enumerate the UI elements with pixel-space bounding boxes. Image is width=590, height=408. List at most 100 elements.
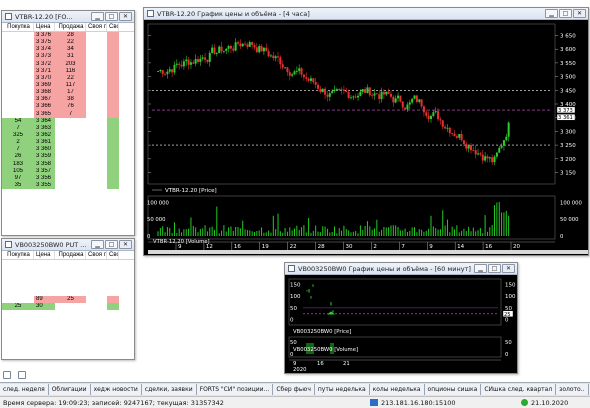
minimize-button[interactable]: ▁	[545, 9, 558, 18]
workspace-tab[interactable]: СИшка след. квартал	[481, 384, 557, 395]
cell-own-sell	[107, 32, 119, 40]
maximize-button[interactable]: □	[105, 240, 118, 249]
cell-buy	[2, 103, 34, 110]
orderbook-row[interactable]: 3 375 22	[2, 39, 134, 47]
workspace-tab[interactable]: хедж новости	[90, 384, 142, 395]
orderbook-row[interactable]: 54 3 364	[2, 117, 134, 125]
orderbook-header-row: Покупка Цена Продажа Своя по Своя пр	[2, 251, 134, 260]
maximize-button[interactable]: □	[559, 9, 572, 18]
candle-body	[178, 63, 181, 65]
orderbook-option-window[interactable]: VB003250BW0 PUT ... ▁ □ ✕ Покупка Цена П…	[1, 238, 135, 360]
orderbook-row[interactable]: 3 373 31	[2, 53, 134, 61]
workspace-tab[interactable]: путы неделька	[314, 384, 370, 395]
price-tick-label: 3 150	[560, 171, 576, 177]
orderbook-row[interactable]: 105 3 357	[2, 167, 134, 175]
orderbook-row[interactable]: 23 361	[2, 139, 134, 147]
close-button[interactable]: ✕	[573, 9, 586, 18]
orderbook-row[interactable]: 183 3 358	[2, 160, 134, 168]
orderbook-row[interactable]: 97 3 356	[2, 174, 134, 182]
close-button[interactable]: ✕	[119, 240, 132, 249]
candle-body	[244, 43, 247, 45]
orderbook-option-titlebar[interactable]: VB003250BW0 PUT ... ▁ □ ✕	[2, 239, 134, 251]
col-header-buy[interactable]: Покупка	[2, 251, 34, 259]
col-header-price[interactable]: Цена	[34, 23, 55, 31]
workspace-tab[interactable]: Сбер фьюч	[273, 384, 315, 395]
orderbook-vtbr-window[interactable]: VTBR-12.20 [FO... ▁ □ ✕ Покупка Цена Про…	[1, 10, 135, 236]
orderbook-row[interactable]: 3 367 38	[2, 96, 134, 104]
col-header-buy[interactable]: Покупка	[2, 23, 34, 31]
orderbook-vtbr-titlebar[interactable]: VTBR-12.20 [FO... ▁ □ ✕	[2, 11, 134, 23]
col-header-price[interactable]: Цена	[34, 251, 55, 259]
minimize-button[interactable]: ▁	[474, 264, 487, 273]
orderbook-vtbr-table[interactable]: Покупка Цена Продажа Своя пок. Своя пр. …	[2, 23, 134, 235]
orderbook-row[interactable]: 73 363	[2, 124, 134, 132]
workspace-tab[interactable]: сделки, заявки	[141, 384, 197, 395]
orderbook-option-title: VB003250BW0 PUT ...	[15, 240, 87, 249]
volume-pane-frame	[147, 195, 556, 240]
main-chart-window[interactable]: VTBR-12.20 График цены и объёма - [4 час…	[143, 7, 589, 256]
option-chart-window[interactable]: VB003250BW0 График цены и объёма - [60 м…	[284, 262, 518, 374]
close-button[interactable]: ✕	[502, 264, 515, 273]
orderbook-row[interactable]: 3 376 28	[2, 32, 134, 40]
orderbook-row[interactable]: 25 30	[2, 303, 134, 311]
cell-sell: 28	[55, 32, 86, 40]
orderbook-option-table[interactable]: Покупка Цена Продажа Своя по Своя пр 892…	[2, 251, 134, 359]
candle-body	[394, 98, 397, 103]
orderbook-row[interactable]: 3 369 117	[2, 81, 134, 90]
candle-body	[260, 46, 263, 52]
workspace-tab[interactable]: FORTS "СИ" позиции...	[196, 384, 274, 395]
orderbook-row[interactable]: 3 371 116	[2, 67, 134, 75]
col-header-own-sell[interactable]: Своя пр	[107, 251, 119, 259]
workspace-tab[interactable]: колы неделька	[369, 384, 425, 395]
desktop-shortcut-icon[interactable]	[18, 371, 26, 379]
cell-buy	[2, 75, 34, 82]
close-button[interactable]: ✕	[119, 12, 132, 21]
cell-own-buy	[86, 125, 107, 132]
cell-buy	[2, 53, 34, 60]
cell-price: 3 374	[34, 46, 55, 54]
orderbook-row[interactable]: 89 25	[2, 296, 134, 304]
candle-body	[251, 42, 254, 46]
orderbook-row[interactable]: 3 368 17	[2, 89, 134, 97]
col-header-sell[interactable]: Продажа	[55, 23, 86, 31]
orderbook-row[interactable]: 3 370 22	[2, 74, 134, 82]
col-header-sell[interactable]: Продажа	[55, 251, 86, 259]
orderbook-row[interactable]: 3 365 7	[2, 110, 134, 118]
orderbook-row[interactable]: 3 374 34	[2, 46, 134, 54]
main-chart-titlebar[interactable]: VTBR-12.20 График цены и объёма - [4 час…	[144, 8, 588, 20]
maximize-button[interactable]: □	[105, 12, 118, 21]
col-header-own-sell[interactable]: Своя пр.	[107, 23, 119, 31]
candle-body	[505, 136, 508, 141]
option-chart-area[interactable]: 150 150 100 100 50 50 0 0 25 VB003250BW0 [Price] 5…	[285, 275, 517, 373]
workspace-tab[interactable]: Облигации	[48, 384, 91, 395]
candle-body	[446, 127, 449, 129]
desktop-shortcut-icon[interactable]	[3, 371, 11, 379]
cell-buy: 54	[2, 117, 34, 125]
main-chart-area[interactable]: 3 6503 6003 5503 5003 4503 4003 3503 300…	[144, 20, 588, 255]
orderbook-row[interactable]: 73 360	[2, 146, 134, 154]
col-header-own-buy[interactable]: Своя пок.	[86, 23, 107, 31]
workspace-tab[interactable]: золото..	[556, 384, 589, 395]
year-label: 2020	[293, 367, 307, 373]
orderbook-row[interactable]: 325 3 362	[2, 131, 134, 140]
orderbook-row[interactable]: 3 372 203	[2, 60, 134, 68]
main-chart-svg[interactable]: 3 6503 6003 5503 5003 4503 4003 3503 300…	[144, 20, 588, 255]
minimize-button[interactable]: ▁	[91, 12, 104, 21]
workspace-tab[interactable]: опционы сишка	[424, 384, 482, 395]
option-chart-titlebar[interactable]: VB003250BW0 График цены и объёма - [60 м…	[285, 263, 517, 275]
col-header-own-buy[interactable]: Своя по	[86, 251, 107, 259]
workspace-tab[interactable]: след. неделя	[0, 384, 49, 395]
orderbook-row[interactable]: 35 3 355	[2, 181, 134, 190]
cell-own-sell	[107, 131, 119, 140]
candle-body	[507, 122, 510, 137]
candle-body	[199, 58, 202, 62]
orderbook-row[interactable]: 3 366 76	[2, 103, 134, 111]
minimize-button[interactable]: ▁	[91, 240, 104, 249]
cell-own-sell	[107, 60, 119, 68]
option-chart-svg[interactable]: 15015010010050500025VB003250BW0 [Price]5…	[285, 275, 517, 373]
candle-body	[204, 57, 207, 60]
cell-buy	[2, 46, 34, 53]
maximize-button[interactable]: □	[488, 264, 501, 273]
cell-own-buy	[86, 39, 107, 46]
orderbook-row[interactable]: 26 3 359	[2, 153, 134, 161]
